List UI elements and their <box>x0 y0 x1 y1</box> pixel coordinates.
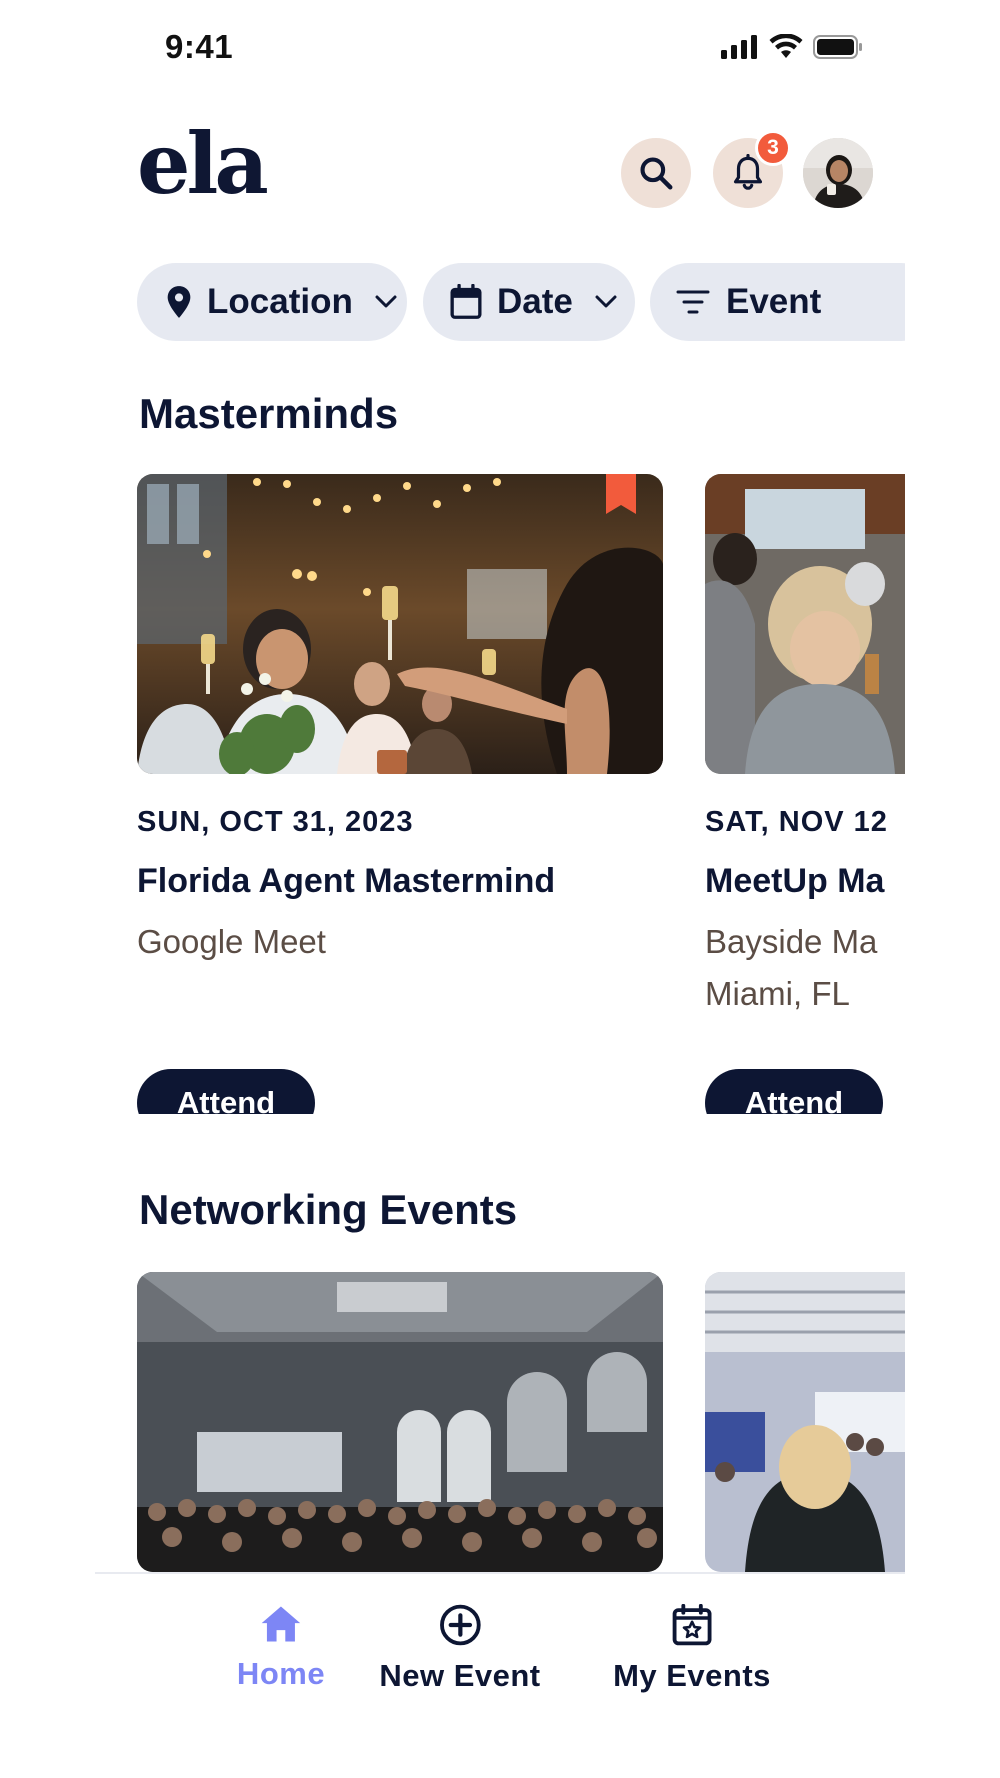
search-button[interactable] <box>621 138 691 208</box>
date-filter-label: Date <box>497 282 573 321</box>
event-date: SAT, NOV 12 <box>705 806 888 838</box>
event-location-line2: Miami, FL <box>705 975 850 1012</box>
location-filter-chip[interactable]: Location <box>137 263 407 341</box>
tab-new-event-label: New Event <box>379 1658 541 1693</box>
event-title[interactable]: Florida Agent Mastermind <box>137 862 555 901</box>
calendar-star-icon <box>672 1604 712 1646</box>
attend-button[interactable]: Attend <box>137 1069 315 1114</box>
attend-button[interactable]: Attend <box>705 1069 883 1114</box>
event-type-filter-label: Event <box>726 282 822 321</box>
bottom-tab-bar: Home New Event My Events <box>95 1572 905 1778</box>
tab-my-events[interactable]: My Events <box>613 1604 771 1694</box>
expo-photo <box>705 1272 905 1572</box>
wifi-icon <box>769 34 803 58</box>
tab-home[interactable]: Home <box>237 1604 325 1692</box>
event-location-line1: Google Meet <box>137 923 326 960</box>
event-title[interactable]: MeetUp Ma <box>705 862 884 901</box>
event-location-line1: Bayside Ma <box>705 923 878 960</box>
conference-hall-photo <box>137 1272 663 1572</box>
event-date: SUN, OCT 31, 2023 <box>137 806 414 838</box>
event-card[interactable]: SAT, NOV 12 MeetUp Ma Bayside Ma Miami, … <box>705 474 905 1114</box>
notification-badge: 3 <box>755 130 791 166</box>
app-logo[interactable]: ela <box>137 122 269 206</box>
location-filter-label: Location <box>207 282 353 321</box>
event-image[interactable] <box>705 474 905 774</box>
event-location: Bayside Ma Miami, FL <box>705 916 877 1020</box>
cellular-signal-icon <box>721 35 757 59</box>
calendar-icon <box>450 284 482 319</box>
filter-icon <box>676 290 710 314</box>
location-pin-icon <box>167 286 191 318</box>
event-image[interactable] <box>705 1272 905 1572</box>
event-image[interactable] <box>137 474 663 774</box>
chevron-down-icon <box>595 295 617 308</box>
event-location: Google Meet <box>137 916 326 968</box>
filter-bar: Location Date Event <box>137 263 905 343</box>
notifications-button[interactable]: 3 <box>713 130 791 208</box>
event-image[interactable] <box>137 1272 663 1572</box>
celebration-photo <box>137 474 663 774</box>
profile-photo <box>803 138 873 208</box>
masterminds-carousel[interactable]: SUN, OCT 31, 2023 Florida Agent Mastermi… <box>137 474 905 1114</box>
tab-my-events-label: My Events <box>613 1658 771 1693</box>
search-icon <box>640 157 673 190</box>
status-time: 9:41 <box>165 28 234 65</box>
tab-new-event[interactable]: New Event <box>379 1604 540 1694</box>
date-filter-chip[interactable]: Date <box>423 263 635 341</box>
meetup-photo <box>705 474 905 774</box>
battery-icon <box>813 35 862 59</box>
tab-home-label: Home <box>236 1656 326 1691</box>
home-icon <box>261 1606 301 1642</box>
chevron-down-icon <box>375 295 397 308</box>
plus-circle-icon <box>439 1604 481 1646</box>
status-icons <box>721 34 863 60</box>
app-screen: 9:41 ela 3 Location Date Event Mastermin… <box>95 0 905 1778</box>
event-type-filter-chip[interactable]: Event <box>650 263 905 341</box>
bookmark-icon[interactable] <box>606 474 636 514</box>
section-title-networking: Networking Events <box>139 1186 518 1233</box>
avatar[interactable] <box>803 138 873 208</box>
networking-carousel[interactable] <box>137 1272 905 1572</box>
event-card[interactable]: SUN, OCT 31, 2023 Florida Agent Mastermi… <box>137 474 663 1114</box>
section-title-masterminds: Masterminds <box>139 390 399 437</box>
